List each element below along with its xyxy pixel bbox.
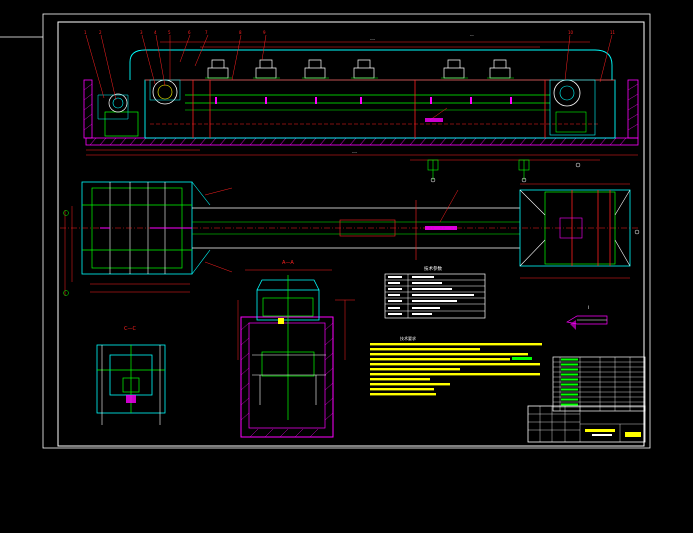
plan-view <box>60 181 640 296</box>
detail-view: I <box>566 305 608 330</box>
svg-text:---: --- <box>470 33 475 37</box>
svg-text:10: 10 <box>568 30 574 35</box>
svg-text:9: 9 <box>263 30 266 35</box>
svg-text:8: 8 <box>239 30 242 35</box>
section-a-label: A—A <box>282 260 294 266</box>
svg-text:----: ---- <box>352 150 358 154</box>
section-c-view: C—C <box>96 326 166 425</box>
detail-label: I <box>588 305 589 310</box>
svg-text:7: 7 <box>205 30 208 35</box>
svg-text:4: 4 <box>154 30 157 35</box>
svg-text:1: 1 <box>84 30 87 35</box>
svg-text:2: 2 <box>99 30 102 35</box>
notes-title: 技术要求 <box>400 335 416 341</box>
section-c-label: C—C <box>124 326 136 332</box>
svg-text:6: 6 <box>188 30 191 35</box>
svg-text:----: ---- <box>370 37 376 41</box>
elevation-view: 1 2 3 4 5 6 7 8 9 10 11 ---- ---- --- <box>83 30 639 183</box>
section-a-view: A—A <box>237 260 355 438</box>
tech-table-title: 技术参数 <box>424 265 442 272</box>
svg-text:5: 5 <box>168 30 171 35</box>
technical-notes: 技术要求 <box>370 335 542 396</box>
tech-parameters-table: 技术参数 <box>384 265 486 319</box>
svg-text:3: 3 <box>140 30 143 35</box>
cad-drawing: 1 2 3 4 5 6 7 8 9 10 11 ---- ---- --- C—C A—A 技… <box>0 13 651 449</box>
svg-text:11: 11 <box>610 30 616 35</box>
cad-viewport[interactable]: 1 2 3 4 5 6 7 8 9 10 11 ---- ---- --- C—C A—A … <box>0 0 693 533</box>
title-block <box>527 356 646 443</box>
